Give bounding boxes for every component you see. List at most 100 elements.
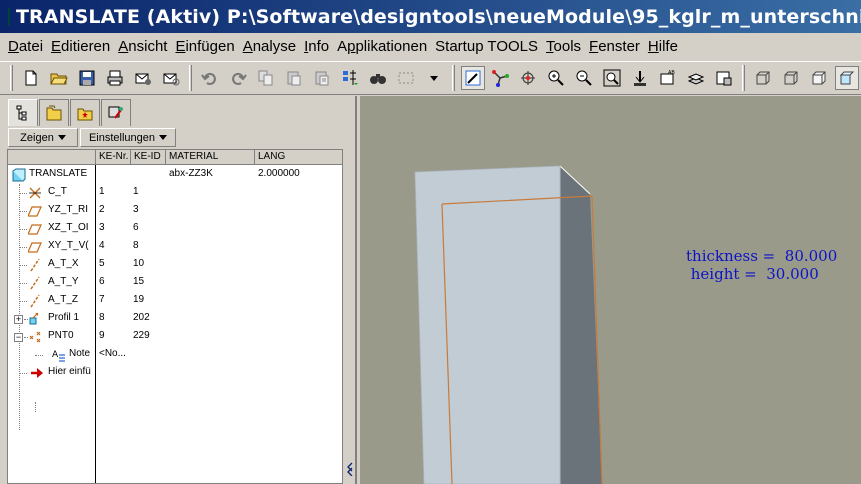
menu-editieren[interactable]: Editieren (47, 38, 114, 55)
layers-icon[interactable] (684, 66, 708, 90)
chevron-down-icon (159, 135, 168, 140)
tree-item-label: A_T_Z (48, 294, 79, 305)
expand-icon[interactable]: + (14, 315, 23, 324)
column-header-material[interactable]: MATERIAL (166, 150, 255, 165)
tree-column-headers: KE-Nr. KE-ID MATERIAL LANG (8, 150, 342, 165)
svg-text:AB: AB (668, 70, 675, 76)
annotation-thickness[interactable]: thickness = 80.000 (686, 247, 837, 265)
tree-row-pnt0[interactable]: − PNT0 9 229 (8, 328, 342, 346)
menu-info[interactable]: Info (300, 38, 333, 55)
ke-id-value: 1 (133, 186, 139, 197)
column-header-lang[interactable]: LANG (255, 150, 342, 165)
orient-icon[interactable] (516, 66, 540, 90)
zoom-out-icon[interactable] (572, 66, 596, 90)
datum-axis-icon (28, 258, 42, 272)
menu-startup-tools[interactable]: Startup TOOLS (431, 38, 542, 55)
tree-connector (19, 193, 27, 194)
new-file-icon[interactable] (19, 66, 43, 90)
tree-connector (19, 265, 27, 266)
favorites-icon[interactable] (70, 99, 100, 126)
zoom-in-icon[interactable] (544, 66, 568, 90)
send-mail-icon[interactable] (131, 66, 155, 90)
toolbar-grip[interactable] (10, 65, 13, 91)
redo-icon[interactable] (226, 66, 250, 90)
tree-row-a-t-z[interactable]: A_T_Z 7 19 (8, 292, 342, 310)
menu-einfuegen[interactable]: Einfügen (171, 38, 238, 55)
ke-nr-value: 7 (99, 294, 105, 305)
title-bar: TRANSLATE (Aktiv) P:\Software\designtool… (0, 0, 861, 33)
tree-row-a-t-x[interactable]: A_T_X 5 10 (8, 256, 342, 274)
ke-id-value: 229 (133, 330, 150, 341)
spin-center-icon[interactable] (489, 66, 513, 90)
shading-icon[interactable] (835, 66, 860, 90)
dropdown-arrow-icon[interactable] (422, 66, 446, 90)
graphics-viewport[interactable]: thickness = 80.000 height = 30.000 (360, 96, 861, 484)
tree-row-a-t-y[interactable]: A_T_Y 6 15 (8, 274, 342, 292)
menu-analyse[interactable]: Analyse (239, 38, 300, 55)
menu-tools[interactable]: Tools (542, 38, 585, 55)
tree-row-c-t[interactable]: C_T 1 1 (8, 184, 342, 202)
open-folder-icon[interactable] (47, 66, 71, 90)
tree-item-label: PNT0 (48, 330, 74, 341)
regenerate-icon[interactable] (338, 66, 362, 90)
menu-applikationen[interactable]: Applikationen (333, 38, 431, 55)
tree-item-label: XZ_T_OI (48, 222, 89, 233)
column-header-ke-nr[interactable]: KE-Nr. (96, 150, 131, 165)
tree-connector (19, 373, 27, 374)
wireframe-icon[interactable] (751, 66, 775, 90)
main-toolbar: AB (0, 61, 861, 95)
find-binoculars-icon[interactable] (366, 66, 390, 90)
saved-view-icon[interactable] (628, 66, 652, 90)
select-box-icon[interactable] (394, 66, 418, 90)
collapse-icon[interactable]: − (14, 333, 23, 342)
tree-buttons: Zeigen Einstellungen (8, 128, 343, 148)
tree-item-label: A_T_Y (48, 276, 79, 287)
toolbar-separator (188, 65, 192, 91)
menu-fenster[interactable]: Fenster (585, 38, 644, 55)
tree-row-xy-t-v[interactable]: XY_T_V( 4 8 (8, 238, 342, 256)
column-header-name[interactable] (8, 150, 96, 165)
model-side-face (560, 166, 602, 484)
panel-collapse-icon[interactable] (346, 462, 354, 477)
tree-row-note[interactable]: A Note <No... (8, 346, 342, 364)
insert-here-arrow-icon (30, 366, 44, 380)
tree-item-label: TRANSLATE (29, 168, 88, 179)
hidden-line-icon[interactable] (779, 66, 803, 90)
connections-icon[interactable] (101, 99, 131, 126)
toolbar-separator (742, 65, 746, 91)
repaint-icon[interactable] (460, 66, 485, 90)
menu-ansicht[interactable]: Ansicht (114, 38, 171, 55)
show-dropdown-button[interactable]: Zeigen (8, 128, 78, 147)
tree-row-translate[interactable]: TRANSLATE abx-ZZ3K 2.000000 (8, 166, 342, 184)
copy-icon[interactable] (254, 66, 278, 90)
print-icon[interactable] (103, 66, 127, 90)
menu-datei[interactable]: Datei (4, 38, 47, 55)
tree-row-profil-1[interactable]: + Profil 1 8 202 (8, 310, 342, 328)
tree-row-yz-t-ri[interactable]: YZ_T_RI 2 3 (8, 202, 342, 220)
tree-connector (19, 301, 27, 302)
no-hidden-icon[interactable] (807, 66, 831, 90)
save-icon[interactable] (75, 66, 99, 90)
model-display-icon[interactable] (712, 66, 736, 90)
view-manager-icon[interactable]: AB (656, 66, 680, 90)
refit-icon[interactable] (600, 66, 624, 90)
mail-icon[interactable] (159, 66, 183, 90)
model-tree: KE-Nr. KE-ID MATERIAL LANG TRANSLATE abx… (7, 149, 343, 484)
ke-nr-value: 8 (99, 312, 105, 323)
folder-browser-icon[interactable] (39, 99, 69, 126)
toolbar-separator (451, 65, 455, 91)
tree-row-insert-here[interactable]: Hier einfü (8, 364, 342, 382)
tree-item-label: Hier einfü (48, 366, 91, 377)
3d-model-view[interactable] (360, 96, 861, 484)
undo-icon[interactable] (198, 66, 222, 90)
show-dropdown-label: Zeigen (20, 131, 54, 144)
model-tree-icon[interactable] (8, 99, 38, 126)
annotation-height[interactable]: height = 30.000 (686, 265, 819, 283)
tree-row-xz-t-oi[interactable]: XZ_T_OI 3 6 (8, 220, 342, 238)
column-header-ke-id[interactable]: KE-ID (131, 150, 166, 165)
paste-icon[interactable] (282, 66, 306, 90)
settings-dropdown-button[interactable]: Einstellungen (80, 128, 176, 147)
material-value: abx-ZZ3K (169, 168, 213, 179)
paste-special-icon[interactable] (310, 66, 334, 90)
menu-hilfe[interactable]: Hilfe (644, 38, 682, 55)
